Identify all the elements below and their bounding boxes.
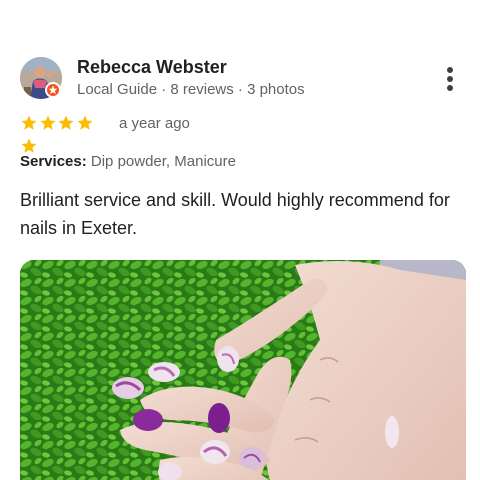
- more-vert-icon: [447, 67, 453, 73]
- reviewer-meta[interactable]: Local Guide · 8 reviews · 3 photos: [77, 81, 305, 98]
- star-rating: [20, 114, 112, 153]
- review-text: Brilliant service and skill. Would highl…: [20, 190, 450, 238]
- star-icon: [76, 114, 94, 132]
- review-date: a year ago: [119, 115, 190, 132]
- star-icon: [57, 114, 75, 132]
- reviewer-header: Rebecca Webster Local Guide · 8 reviews …: [20, 57, 460, 101]
- star-icon: [20, 114, 38, 132]
- review-card: Rebecca Webster Local Guide · 8 reviews …: [0, 0, 480, 480]
- services-value: Dip powder, Manicure: [90, 153, 236, 170]
- star-icon: [39, 114, 57, 132]
- review-photo[interactable]: [20, 260, 466, 480]
- local-guide-badge-icon: [45, 82, 61, 98]
- services-line: Services: Dip powder, Manicure: [20, 153, 236, 170]
- more-vert-dot: [447, 85, 453, 91]
- more-options-button[interactable]: [438, 64, 462, 94]
- reviewer-name[interactable]: Rebecca Webster: [77, 57, 227, 78]
- services-label: Services:: [20, 153, 87, 170]
- more-vert-dot: [447, 76, 453, 82]
